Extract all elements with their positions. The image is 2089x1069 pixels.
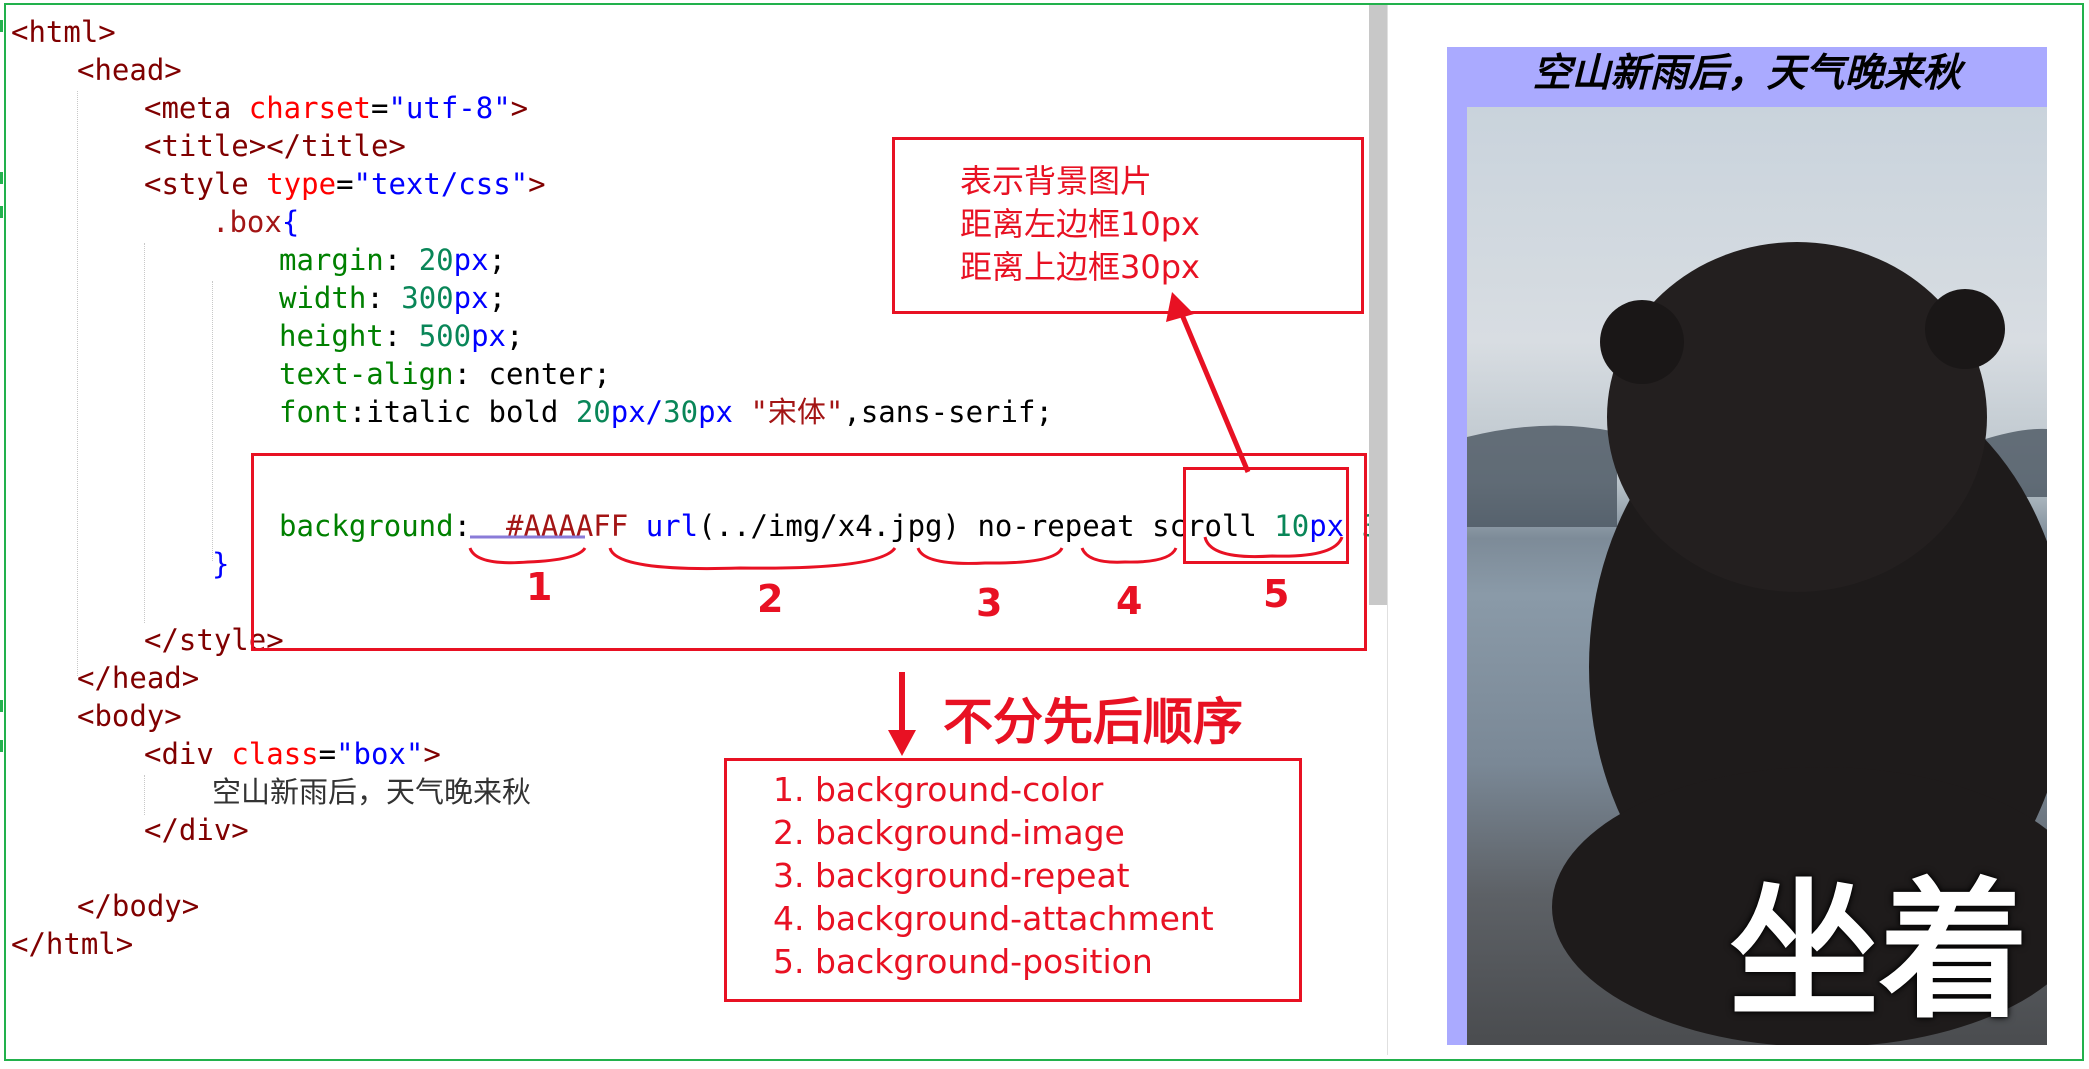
number-label-2: 2 bbox=[757, 577, 784, 621]
callout-line-1: 表示背景图片 bbox=[960, 162, 1153, 200]
preview-title: 空山新雨后，天气晚来秋 bbox=[1532, 50, 1962, 96]
number-label-1: 1 bbox=[526, 565, 553, 609]
list-item: 2. background-image bbox=[773, 813, 1125, 852]
render-preview-box: 空山新雨后，天气晚来秋 坐着 bbox=[1447, 47, 2047, 1045]
number-label-3: 3 bbox=[976, 581, 1003, 625]
down-arrowhead bbox=[888, 730, 916, 756]
number-label-4: 4 bbox=[1116, 579, 1143, 623]
callout-line-3: 距离上边框30px bbox=[960, 248, 1200, 286]
position-highlight-box bbox=[1183, 467, 1349, 564]
list-item: 3. background-repeat bbox=[773, 856, 1130, 895]
callout-arrow bbox=[1177, 309, 1251, 473]
overlay-caption: 坐着 bbox=[1728, 865, 2029, 1039]
number-label-5: 5 bbox=[1263, 572, 1290, 616]
background-image: 坐着 bbox=[1467, 107, 2047, 1045]
list-item: 1. background-color bbox=[773, 770, 1104, 809]
callout-line-2: 距离左边框10px bbox=[960, 205, 1200, 243]
list-item: 5. background-position bbox=[773, 942, 1153, 981]
property-list: 1. background-color 2. background-image … bbox=[773, 768, 1214, 983]
list-item: 4. background-attachment bbox=[773, 899, 1214, 938]
order-label: 不分先后顺序 bbox=[943, 693, 1243, 751]
